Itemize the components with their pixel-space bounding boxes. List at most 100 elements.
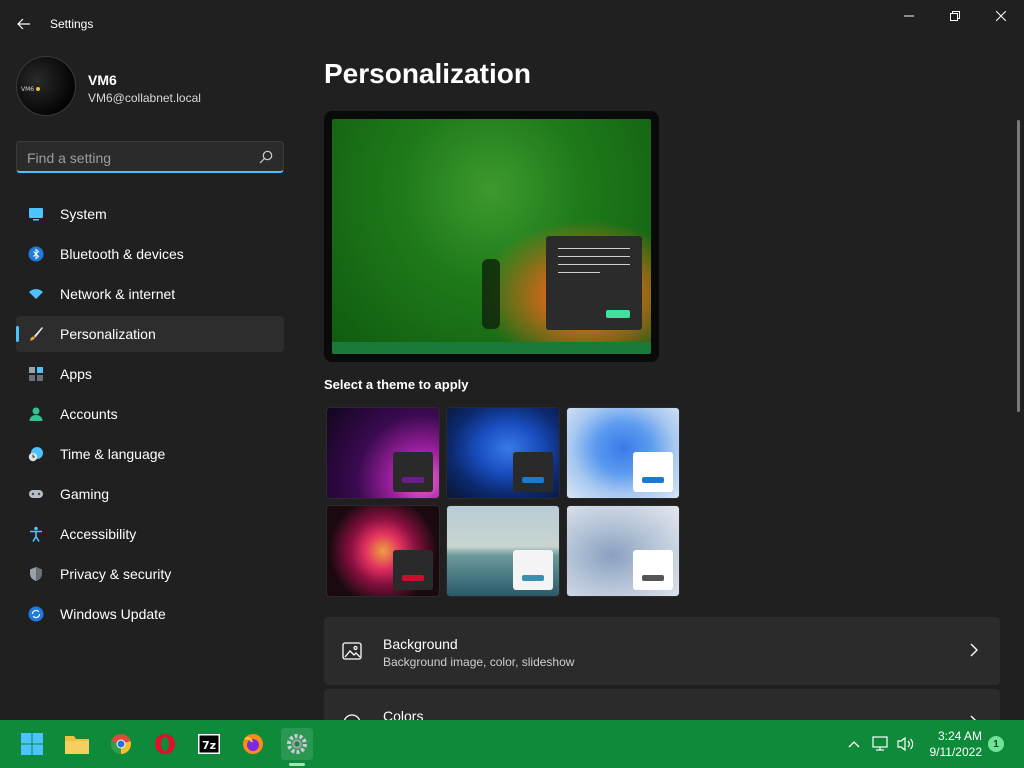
theme-tile-sunrise[interactable]	[446, 505, 560, 597]
avatar[interactable]: VM6	[16, 56, 76, 116]
sidebar-item-label: Windows Update	[60, 606, 166, 622]
network-icon	[872, 736, 888, 751]
start-button[interactable]	[16, 728, 48, 760]
notification-badge[interactable]: 1	[988, 736, 1004, 752]
firefox-icon	[243, 734, 263, 754]
theme-accent	[642, 477, 664, 483]
close-button[interactable]	[978, 0, 1024, 32]
taskbar: 7z	[0, 720, 1024, 768]
opera-button[interactable]	[149, 728, 181, 760]
page-title: Personalization	[324, 58, 531, 89]
volume-tray-button[interactable]	[896, 734, 916, 754]
sidebar-item-label: Gaming	[60, 486, 110, 502]
theme-tile-captured-motion[interactable]	[326, 505, 440, 597]
7zip-icon: 7z	[198, 734, 220, 754]
theme-tile-flow[interactable]	[566, 505, 680, 597]
palette-icon	[343, 714, 361, 720]
theme-tile-light[interactable]	[566, 407, 680, 499]
minimize-icon	[904, 15, 914, 17]
preview-figure	[482, 259, 500, 329]
sidebar-item-bluetooth[interactable]: Bluetooth & devices	[16, 236, 284, 272]
theme-tile-glow[interactable]	[326, 407, 440, 499]
sidebar-item-time-language[interactable]: Time & language	[16, 436, 284, 472]
active-app-indicator	[289, 763, 305, 766]
chevron-up-icon	[848, 741, 860, 748]
sidebar-item-label: Accounts	[60, 406, 118, 422]
gamepad-icon	[29, 490, 43, 498]
card-title: Background	[383, 636, 458, 652]
search-box[interactable]	[16, 141, 284, 173]
search-icon[interactable]	[259, 150, 273, 164]
user-email: VM6@collabnet.local	[88, 91, 201, 105]
sidebar-item-personalization[interactable]: Personalization	[16, 316, 284, 352]
theme-preview	[324, 111, 659, 362]
preview-taskbar	[332, 342, 651, 354]
background-card[interactable]: Background Background image, color, slid…	[324, 617, 1000, 685]
wifi-icon	[29, 289, 43, 299]
user-name: VM6	[88, 72, 117, 88]
theme-accent	[402, 477, 424, 483]
sidebar-item-privacy-security[interactable]: Privacy & security	[16, 556, 284, 592]
preview-window	[546, 236, 642, 330]
sidebar-item-accessibility[interactable]: Accessibility	[16, 516, 284, 552]
clock-globe-icon	[28, 447, 43, 462]
file-explorer-button[interactable]	[61, 728, 93, 760]
chrome-icon	[111, 734, 131, 754]
theme-accent	[402, 575, 424, 581]
avatar-image-icon: VM6	[21, 86, 40, 93]
person-icon	[29, 407, 43, 421]
sidebar-item-label: Bluetooth & devices	[60, 246, 184, 262]
theme-tile-dark[interactable]	[446, 407, 560, 499]
sidebar-item-accounts[interactable]: Accounts	[16, 396, 284, 432]
restore-icon	[950, 11, 960, 21]
sidebar-item-label: System	[60, 206, 107, 222]
back-button[interactable]	[14, 14, 34, 34]
opera-icon	[155, 734, 175, 754]
app-title: Settings	[50, 17, 94, 31]
clock-date[interactable]: 9/11/2022	[920, 745, 983, 759]
show-hidden-icons-button[interactable]	[844, 734, 864, 754]
sidebar-item-network[interactable]: Network & internet	[16, 276, 284, 312]
scrollbar[interactable]	[1017, 120, 1020, 412]
paintbrush-icon	[30, 327, 43, 341]
svg-text:7z: 7z	[202, 739, 216, 752]
restore-button[interactable]	[932, 0, 978, 32]
sidebar-item-label: Apps	[60, 366, 92, 382]
card-title: Colors	[383, 708, 424, 720]
desktop-preview-image	[332, 119, 651, 354]
sidebar-item-gaming[interactable]: Gaming	[16, 476, 284, 512]
file-explorer-icon	[65, 736, 89, 754]
sidebar-item-label: Accessibility	[60, 526, 137, 542]
apps-icon	[29, 367, 43, 381]
search-input[interactable]	[27, 148, 247, 168]
settings-window: Settings VM6 VM6 VM6@collabnet.local Sys…	[0, 0, 1024, 720]
start-icon	[21, 733, 43, 755]
firefox-button[interactable]	[237, 728, 269, 760]
network-tray-button[interactable]	[871, 734, 891, 754]
bluetooth-icon	[28, 246, 44, 262]
sidebar-item-system[interactable]: System	[16, 196, 284, 232]
chrome-button[interactable]	[105, 728, 137, 760]
theme-accent	[522, 477, 544, 483]
card-subtitle: Background image, color, slideshow	[383, 655, 575, 669]
image-icon	[342, 642, 362, 660]
7zip-button[interactable]: 7z	[193, 728, 225, 760]
chevron-right-icon	[970, 643, 978, 657]
monitor-icon	[29, 208, 43, 221]
minimize-button[interactable]	[886, 0, 932, 32]
sidebar-item-label: Time & language	[60, 446, 166, 462]
back-arrow-icon	[17, 18, 30, 30]
volume-icon	[897, 736, 914, 752]
update-icon	[28, 606, 44, 622]
sidebar-item-windows-update[interactable]: Windows Update	[16, 596, 284, 632]
settings-button[interactable]	[281, 728, 313, 760]
sidebar-item-label: Personalization	[60, 326, 156, 342]
accessibility-icon	[30, 526, 42, 542]
colors-card[interactable]: Colors	[324, 689, 1000, 720]
sidebar-item-label: Privacy & security	[60, 566, 172, 582]
theme-accent	[642, 575, 664, 581]
themes-label: Select a theme to apply	[324, 377, 469, 392]
clock-time[interactable]: 3:24 AM	[932, 729, 982, 743]
theme-accent	[522, 575, 544, 581]
sidebar-item-apps[interactable]: Apps	[16, 356, 284, 392]
